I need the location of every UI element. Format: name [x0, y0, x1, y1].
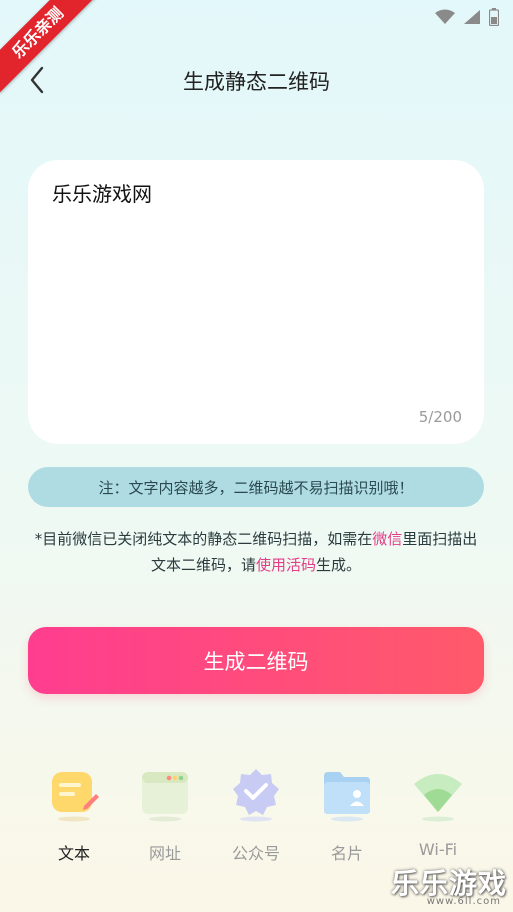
- header: 生成静态二维码: [0, 52, 513, 108]
- nav-label: 网址: [148, 844, 181, 863]
- text-input-value: 乐乐游戏网: [52, 182, 152, 206]
- page-title: 生成静态二维码: [183, 70, 330, 94]
- char-counter: 5/200: [418, 408, 462, 426]
- watermark-url: www.6ll.com: [426, 896, 501, 907]
- notice-banner: 注：文字内容越多，二维码越不易扫描识别哦！: [28, 467, 484, 507]
- nav-item-business-card[interactable]: 名片: [302, 766, 392, 866]
- battery-icon: [489, 8, 499, 26]
- text-note-icon: [52, 772, 99, 822]
- wifi-icon: [435, 9, 455, 25]
- nav-label: Wi-Fi: [418, 840, 458, 859]
- generate-qr-button[interactable]: 生成二维码: [28, 627, 484, 694]
- nav-item-official-account[interactable]: 公众号: [211, 766, 301, 866]
- text-input-area[interactable]: 乐乐游戏网 5/200: [28, 160, 484, 444]
- nav-item-url[interactable]: 网址: [120, 766, 210, 866]
- info-text-part: *目前微信已关闭纯文本的静态二维码扫描，如需在: [34, 530, 373, 548]
- verified-badge-icon: [233, 769, 279, 822]
- browser-window-icon: [142, 772, 188, 822]
- use-live-code-link[interactable]: 使用活码: [256, 556, 316, 574]
- watermark: 乐乐游戏 www.6ll.com: [389, 862, 507, 908]
- nav-item-wifi[interactable]: Wi-Fi: [393, 766, 483, 866]
- nav-item-text[interactable]: 文本: [29, 766, 119, 866]
- wifi-icon: [414, 774, 462, 822]
- nav-label: 公众号: [231, 844, 280, 863]
- nav-label: 文本: [57, 844, 90, 863]
- nav-label: 名片: [330, 844, 363, 863]
- qr-type-nav: 文本 网址 公众号 名片 Wi-Fi: [0, 766, 513, 876]
- contact-folder-icon: [324, 772, 370, 822]
- info-text: *目前微信已关闭纯文本的静态二维码扫描，如需在微信里面扫描出文本二维码，请使用活…: [28, 526, 484, 578]
- status-icons: [435, 8, 499, 26]
- wechat-link[interactable]: 微信: [372, 530, 402, 548]
- signal-icon: [463, 9, 481, 25]
- info-text-part: 生成。: [316, 556, 362, 574]
